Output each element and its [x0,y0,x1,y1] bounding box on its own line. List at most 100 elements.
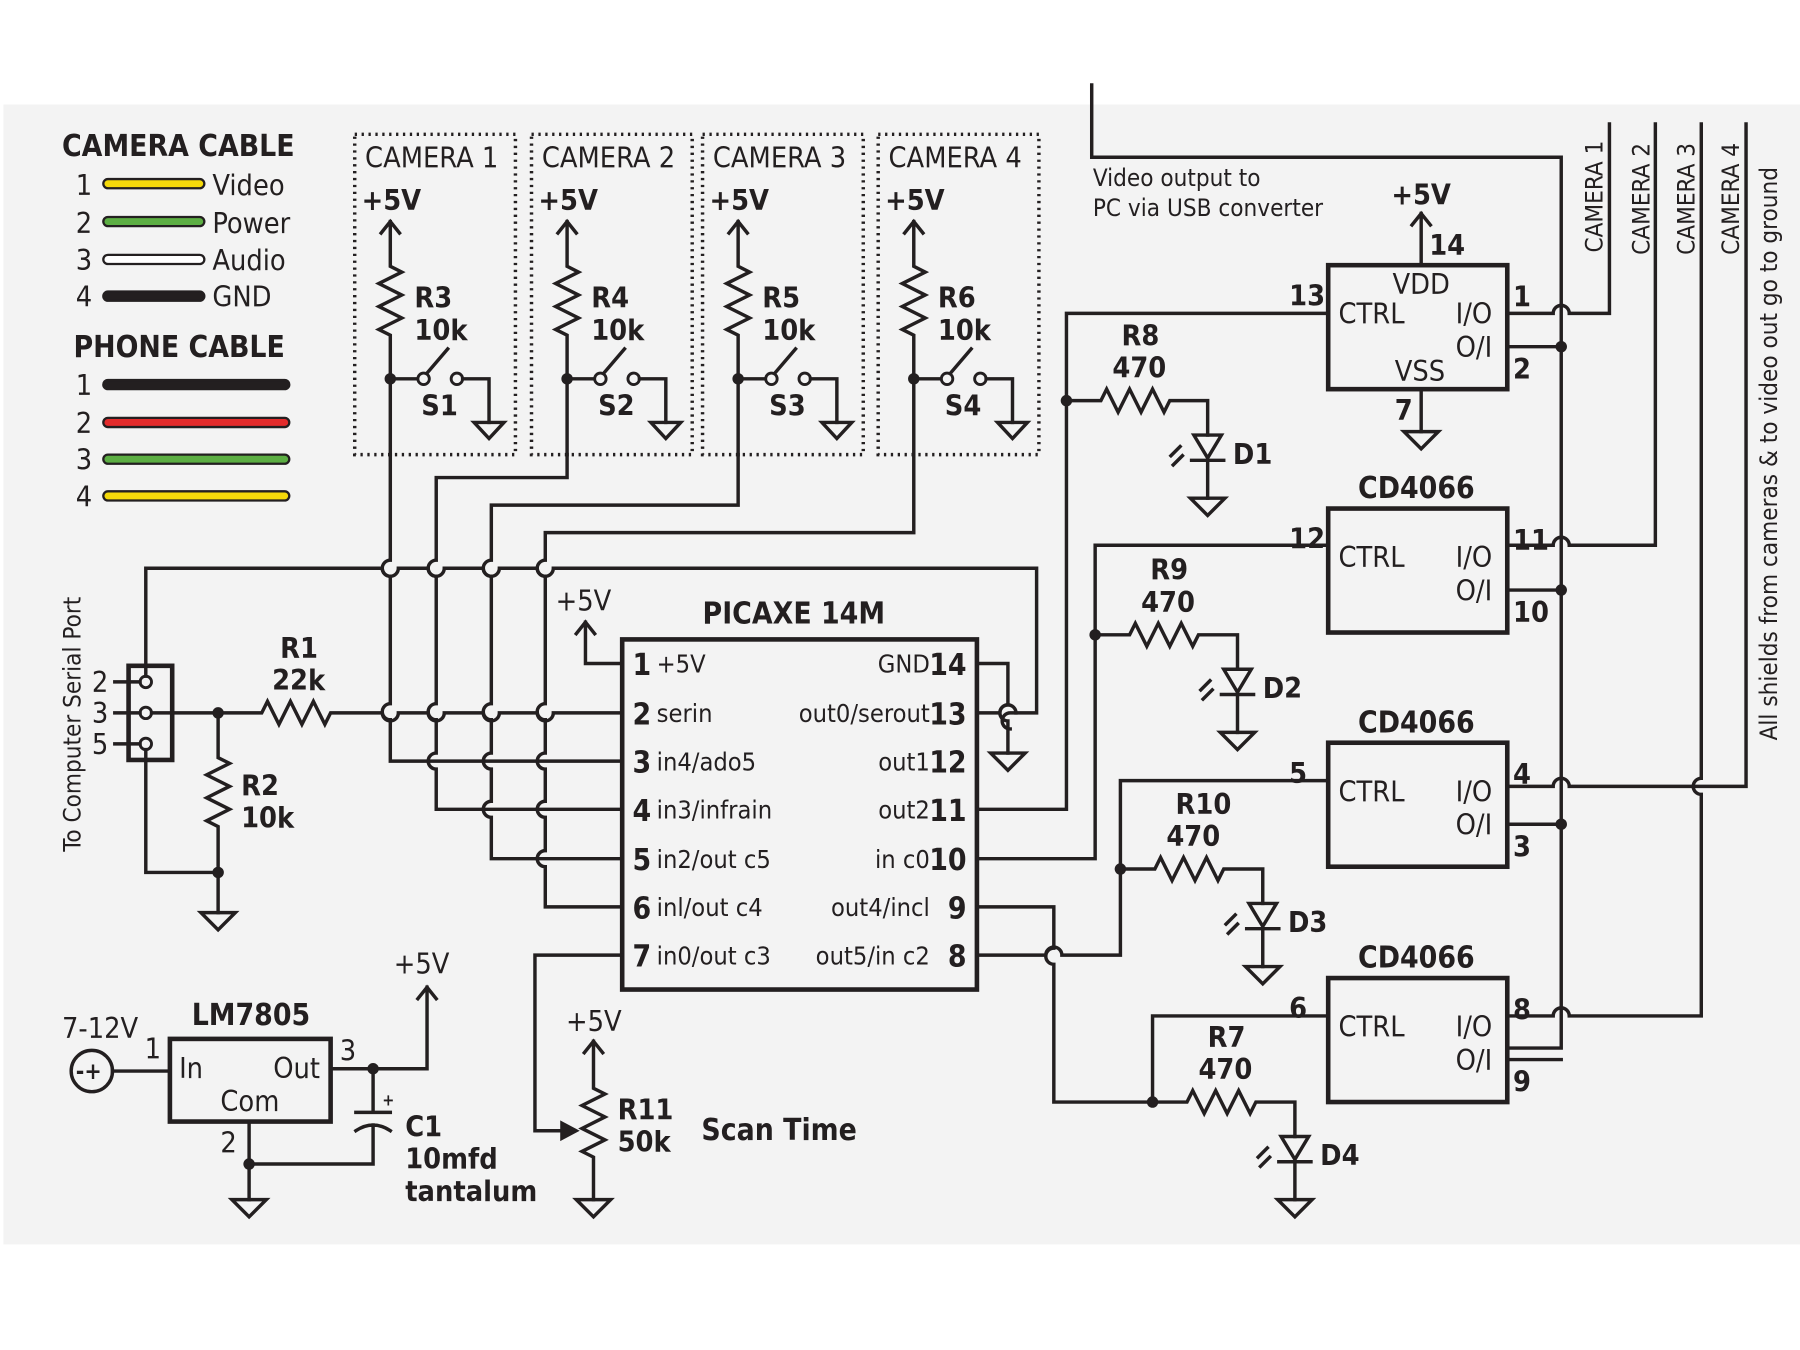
pin-number: 13 [1289,278,1325,312]
camera-block-title: CAMERA 3 [713,141,846,175]
oi-label: O/I [1456,1043,1493,1077]
ctrl-label: CTRL [1339,1010,1406,1044]
pin-number: 6 [1289,991,1307,1025]
picaxe-title: PICAXE 14M [703,596,886,631]
camera-input-label: CAMERA 2 [1628,143,1656,255]
wire-number: 2 [76,206,92,240]
vss-label: VSS [1395,354,1445,388]
c1-name: C1 [405,1109,442,1143]
switch-ic-title: CD4066 [1358,941,1475,976]
vdd-label: VDD [1392,267,1449,301]
wire-number: 4 [76,479,92,513]
switch-name: S2 [598,389,635,423]
resistor-name: R8 [1122,319,1160,353]
resistor-value: 10k [591,313,645,347]
wire-number: 1 [76,368,92,402]
resistor-name: R9 [1150,553,1188,587]
pin-label: in c0 [875,845,930,874]
wire-number: 3 [76,443,92,477]
switch-name: S4 [945,389,982,423]
video-output-label: Video output to [1093,164,1261,192]
pot-supply-label: +5V [566,1004,622,1038]
pin-label: out1 [878,747,930,776]
io-label: I/O [1456,540,1493,574]
serial-port-label: To Computer Serial Port [58,597,86,853]
wire-label: GND [212,280,271,314]
pin-number: 2 [1513,352,1531,386]
wire-label: Power [212,206,290,240]
pin-number: 3 [92,696,108,730]
shield-note: All shields from cameras & to video out … [1755,167,1783,740]
schematic: CAMERA CABLE 1 Video 2 Power 3 Audio 4 G… [3,83,1800,1245]
resistor-name: R10 [1176,787,1232,821]
camera-input-label: CAMERA 4 [1717,143,1745,255]
camera-cable-title: CAMERA CABLE [62,129,295,164]
pin-label: +5V [657,650,706,679]
pot-value: 50k [618,1124,672,1158]
pin-number: 10 [929,843,966,878]
pin-number: 2 [92,665,108,699]
resistor-name: R7 [1208,1020,1246,1054]
cable-wire-power [102,215,206,228]
wire-label: Audio [212,243,285,277]
supply-label: +5V [1391,177,1451,211]
pin-number: 3 [633,746,652,781]
phone-wire-3 [102,453,291,465]
wire-number: 3 [76,243,92,277]
switch-ic-title: CD4066 [1358,705,1475,740]
c1-type: tantalum [405,1174,537,1208]
io-label: I/O [1456,1010,1493,1044]
phone-cable-title: PHONE CABLE [73,330,284,365]
pin-label: out0/serout [799,699,930,728]
pin-number: 10 [1513,595,1549,629]
cable-wire-gnd [102,290,206,302]
pin-label: in4/ado5 [657,747,757,776]
pin-number: 12 [929,746,966,781]
wire-label: Video [212,168,284,202]
polarity-icon: -+ [76,1059,102,1085]
supply-label: +5V [885,183,945,217]
camera-block-title: CAMERA 2 [542,141,675,175]
polarity-plus-icon: + [382,1090,394,1109]
regulator-title: LM7805 [192,998,311,1033]
pin-number: 5 [92,727,108,761]
camera-block-title: CAMERA 1 [365,141,498,175]
switch-ic-title: CD4066 [1358,471,1475,506]
phone-wire-1 [102,378,291,391]
supply-label: +5V [538,183,598,217]
ctrl-label: CTRL [1339,540,1406,574]
resistor-value: 10k [762,313,816,347]
input-voltage-label: 7-12V [62,1011,139,1045]
oi-label: O/I [1456,808,1493,842]
pin-number: 7 [633,940,652,975]
resistor-value: 470 [1112,351,1166,385]
pin-number: 8 [1513,992,1531,1026]
pin-number: 6 [633,891,652,926]
regulator-out-label: Out [273,1051,320,1085]
pin-label: out5/in c2 [816,941,930,970]
pot-name: R11 [618,1092,674,1126]
pin-number: 2 [633,697,652,732]
cable-wire-audio [102,253,206,266]
resistor-value: 470 [1166,819,1220,853]
pin-number: 3 [340,1034,356,1068]
resistor-value: 470 [1141,585,1195,619]
cable-wire-video [102,177,206,190]
ctrl-label: CTRL [1339,297,1406,331]
regulator-supply-label: +5V [394,946,450,980]
led-name: D3 [1288,905,1327,939]
camera-input-label: CAMERA 1 [1581,141,1609,253]
oi-label: O/I [1456,330,1493,364]
ctrl-label: CTRL [1339,774,1406,808]
c1-value: 10mfd [405,1142,498,1176]
regulator-com-label: Com [220,1084,279,1118]
io-label: I/O [1456,774,1493,808]
pin-number: 11 [929,794,966,829]
led-name: D2 [1263,671,1302,705]
resistor-name: R3 [414,281,452,315]
wire-number: 4 [76,280,92,314]
resistor-name: R6 [938,281,976,315]
pin-label: serin [657,699,713,728]
resistor-value: 10k [938,313,992,347]
pin-label: out4/incl [831,893,930,922]
